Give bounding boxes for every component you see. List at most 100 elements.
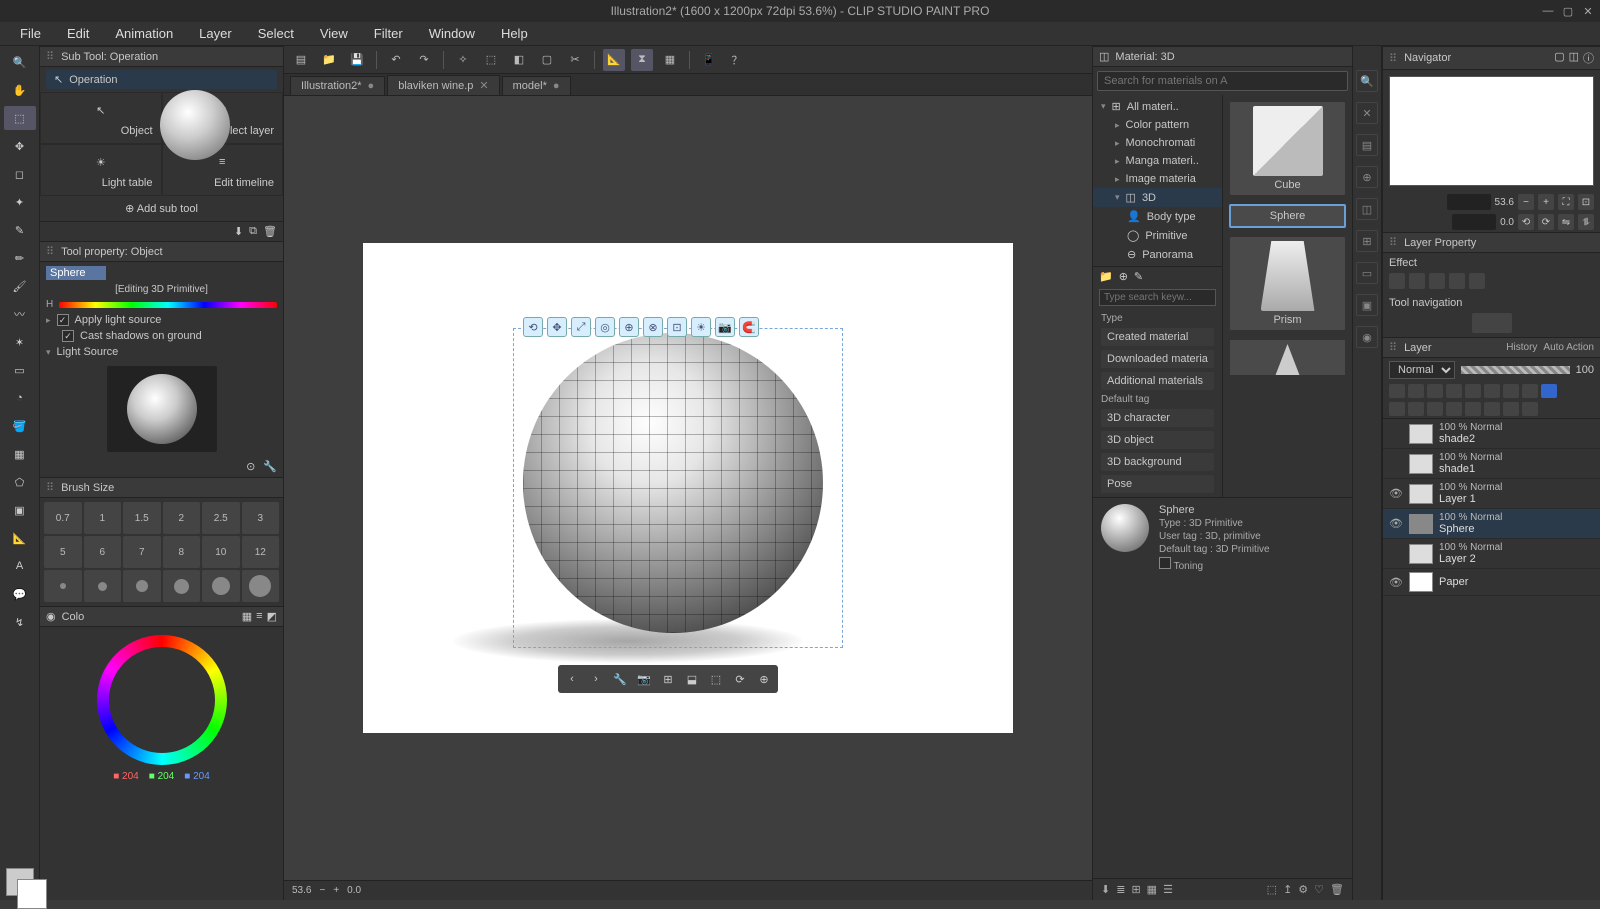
operation-tool[interactable]: ⬚ bbox=[4, 106, 36, 130]
tab-close-icon[interactable]: ✕ bbox=[479, 79, 488, 92]
pan-camera-icon[interactable]: ✥ bbox=[547, 317, 567, 337]
flip-h-icon[interactable]: ⇋ bbox=[1558, 214, 1574, 230]
ruler-tool[interactable]: 📐 bbox=[4, 526, 36, 550]
add-material-icon[interactable]: ⊕ bbox=[1119, 270, 1128, 283]
reset-icon[interactable]: ⟳ bbox=[729, 668, 751, 690]
qa-thumb-icon[interactable]: ▤ bbox=[1356, 134, 1378, 156]
brush-size-cell[interactable]: 10 bbox=[202, 536, 240, 568]
scale-object-icon[interactable]: ⊡ bbox=[667, 317, 687, 337]
color-swatch[interactable] bbox=[6, 868, 34, 896]
brush-size-cell[interactable]: 0.7 bbox=[44, 502, 82, 534]
brush-size-cell[interactable]: 2 bbox=[163, 502, 201, 534]
menu-file[interactable]: File bbox=[8, 23, 53, 44]
subtool-delete-icon[interactable]: 🗑 bbox=[263, 225, 277, 238]
wrench-icon[interactable]: 🔧 bbox=[263, 460, 277, 473]
selection-tool[interactable]: ◻ bbox=[4, 162, 36, 186]
snap-ruler-icon[interactable]: 📐 bbox=[603, 49, 625, 71]
move-tool[interactable]: ✥ bbox=[4, 134, 36, 158]
invert-icon[interactable]: ◧ bbox=[508, 49, 530, 71]
qa-close-icon[interactable]: ✕ bbox=[1356, 102, 1378, 124]
zoom-out-icon[interactable]: − bbox=[1518, 194, 1534, 210]
border-effect-icon[interactable] bbox=[1389, 273, 1405, 289]
move-object-icon[interactable]: ⊕ bbox=[619, 317, 639, 337]
layer-row[interactable]: 👁100 % NormalLayer 1 bbox=[1383, 479, 1600, 509]
nav-info-icon[interactable]: ⓘ bbox=[1583, 50, 1594, 66]
new-icon[interactable]: ▤ bbox=[290, 49, 312, 71]
panel-grip-icon[interactable]: ⠿ bbox=[1389, 236, 1398, 249]
redo-icon[interactable]: ↷ bbox=[413, 49, 435, 71]
brush-size-cell[interactable]: 12 bbox=[242, 536, 280, 568]
flip-v-icon[interactable]: ⥮ bbox=[1578, 214, 1594, 230]
type-item[interactable]: Downloaded materia bbox=[1101, 350, 1214, 368]
tree-item[interactable]: ▸Image materia bbox=[1093, 170, 1222, 188]
tree-item-3d[interactable]: ▾◫3D bbox=[1093, 188, 1222, 207]
tag-item[interactable]: Pose bbox=[1101, 475, 1214, 493]
list-view-icon[interactable]: ≣ bbox=[1116, 883, 1125, 896]
tone-effect-icon[interactable] bbox=[1409, 273, 1425, 289]
material-keyword-input[interactable] bbox=[1099, 289, 1216, 306]
color-wheel[interactable] bbox=[97, 635, 227, 765]
subtool-group-tab[interactable]: ↖ Operation bbox=[46, 70, 277, 89]
material-thumb-sphere[interactable]: Sphere bbox=[1229, 204, 1346, 228]
draft-icon[interactable] bbox=[1427, 384, 1443, 398]
small-grid-icon[interactable]: ⊞ bbox=[1131, 883, 1140, 896]
large-grid-icon[interactable]: ▦ bbox=[1147, 883, 1157, 896]
tree-item[interactable]: 👤Body type bbox=[1093, 207, 1222, 226]
new-folder-icon[interactable] bbox=[1408, 402, 1424, 416]
material-thumb-cube[interactable]: Cube bbox=[1229, 101, 1346, 196]
pen-tool[interactable]: ✎ bbox=[4, 218, 36, 242]
brush-tool[interactable]: 🖌 bbox=[4, 274, 36, 298]
camera-snapshot-icon[interactable]: 📷 bbox=[633, 668, 655, 690]
color-slider-icon[interactable]: ≡ bbox=[256, 610, 262, 623]
layer-color-icon[interactable] bbox=[1449, 273, 1465, 289]
wand-tool[interactable]: ✦ bbox=[4, 190, 36, 214]
selection-bounding-box[interactable] bbox=[513, 328, 843, 648]
layer-row[interactable]: 100 % Normalshade1 bbox=[1383, 449, 1600, 479]
visibility-toggle[interactable]: 👁 bbox=[1389, 576, 1403, 589]
menu-view[interactable]: View bbox=[308, 23, 360, 44]
fit-icon[interactable]: ⛶ bbox=[1558, 194, 1574, 210]
rotate-object-icon[interactable]: ⊗ bbox=[643, 317, 663, 337]
lock-icon[interactable] bbox=[1446, 384, 1462, 398]
eye-icon[interactable]: ◉ bbox=[46, 610, 56, 623]
orbit-icon[interactable]: ◎ bbox=[595, 317, 615, 337]
collapse-icon[interactable]: ▾ bbox=[46, 347, 51, 358]
mask-enable-icon[interactable] bbox=[1503, 402, 1519, 416]
material-thumb-prism[interactable]: Prism bbox=[1229, 236, 1346, 331]
menu-layer[interactable]: Layer bbox=[187, 23, 244, 44]
property-icon[interactable]: ⬚ bbox=[1267, 883, 1277, 896]
subtool-light-table[interactable]: ☀Light table bbox=[40, 144, 162, 196]
hue-slider[interactable] bbox=[59, 302, 277, 308]
gear-icon[interactable]: ⚙ bbox=[1298, 883, 1308, 896]
brush-size-cell[interactable] bbox=[242, 570, 280, 602]
maximize-button[interactable]: ▢ bbox=[1560, 3, 1576, 19]
detail-view-icon[interactable]: ☰ bbox=[1163, 883, 1173, 896]
color-triangle[interactable] bbox=[129, 671, 193, 731]
tag-item[interactable]: 3D object bbox=[1101, 431, 1214, 449]
color-set-icon[interactable]: ▦ bbox=[242, 610, 252, 623]
color-history-icon[interactable]: ◩ bbox=[267, 610, 277, 623]
type-item[interactable]: Created material bbox=[1101, 328, 1214, 346]
subtool-object[interactable]: ↖Object bbox=[40, 92, 162, 144]
layercolor-icon[interactable] bbox=[1503, 384, 1519, 398]
extract-line-icon[interactable] bbox=[1429, 273, 1445, 289]
reference-icon[interactable] bbox=[1408, 384, 1424, 398]
fill-tool[interactable]: 🪣 bbox=[4, 414, 36, 438]
pencil-tool[interactable]: ✏ bbox=[4, 246, 36, 270]
mask-icon[interactable] bbox=[1465, 384, 1481, 398]
tree-item[interactable]: ▾⊞All materi.. bbox=[1093, 97, 1222, 116]
snap-special-icon[interactable]: ⧗ bbox=[631, 49, 653, 71]
brush-size-cell[interactable]: 3 bbox=[242, 502, 280, 534]
layer-row-paper[interactable]: 👁Paper bbox=[1383, 569, 1600, 596]
mask-apply-icon[interactable] bbox=[1484, 402, 1500, 416]
grid-icon[interactable]: ⊕ bbox=[753, 668, 775, 690]
menu-help[interactable]: Help bbox=[489, 23, 540, 44]
save-icon[interactable]: 💾 bbox=[346, 49, 368, 71]
canvas-viewport[interactable]: ⟲ ✥ ⤢ ◎ ⊕ ⊗ ⊡ ☀ 📷 🧲 ‹ › 🔧 📷 ⊞ bbox=[284, 96, 1092, 880]
actual-icon[interactable]: ⊡ bbox=[1578, 194, 1594, 210]
cast-shadow-checkbox[interactable] bbox=[62, 330, 74, 342]
history-tab[interactable]: History bbox=[1506, 342, 1537, 353]
new-folder-icon[interactable]: 📁 bbox=[1099, 270, 1113, 283]
sun-icon[interactable]: ☀ bbox=[691, 317, 711, 337]
qa-action-icon[interactable]: ▣ bbox=[1356, 294, 1378, 316]
